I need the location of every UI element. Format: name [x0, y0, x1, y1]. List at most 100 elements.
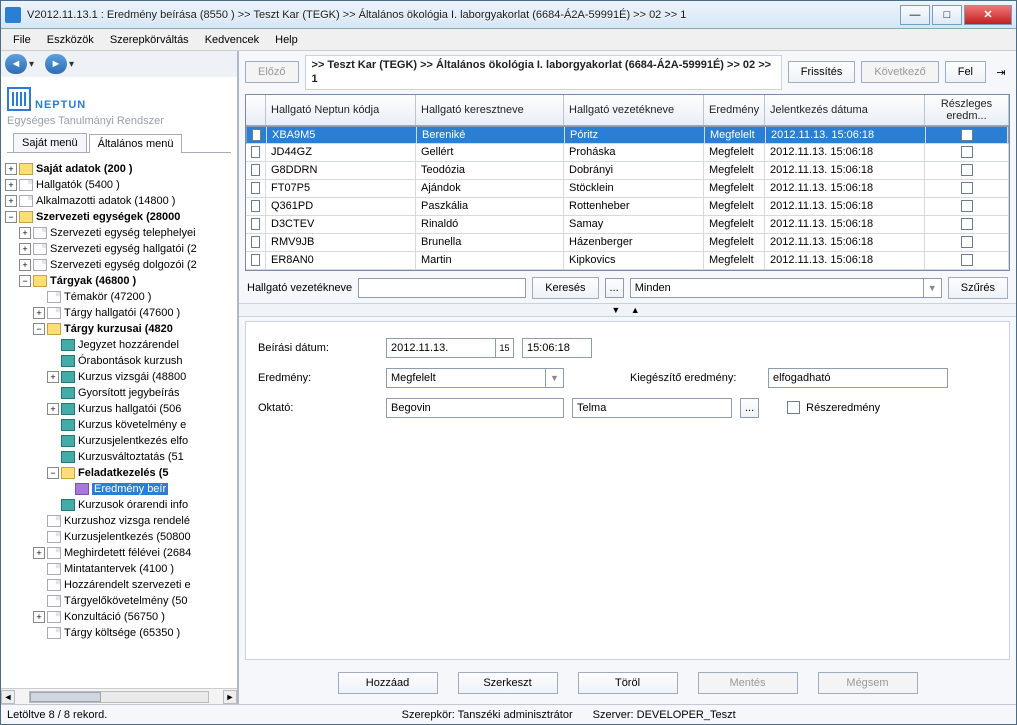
tree-sze-hall[interactable]: Szervezeti egység hallgatói (2	[50, 243, 197, 255]
refresh-button[interactable]: Frissítés	[788, 61, 856, 83]
next-button[interactable]: Következő	[861, 61, 938, 83]
row-checkbox[interactable]	[251, 254, 260, 266]
time-field[interactable]	[522, 338, 592, 358]
col-partial[interactable]: Részleges eredm...	[925, 95, 1009, 125]
col-neptun-code[interactable]: Hallgató Neptun kódja	[266, 95, 416, 125]
menu-help[interactable]: Help	[267, 32, 306, 48]
col-date[interactable]: Jelentkezés dátuma	[765, 95, 925, 125]
tree-jegyzet[interactable]: Jegyzet hozzárendel	[78, 339, 179, 351]
table-row[interactable]: RMV9JBBrunellaHázenbergerMegfelelt2012.1…	[246, 234, 1009, 252]
tree-view[interactable]: +Saját adatok (200 ) +Hallgatók (5400 ) …	[1, 157, 237, 688]
tree-targy-kurz[interactable]: Tárgy kurzusai (4820	[64, 323, 173, 335]
partial-row-checkbox[interactable]	[961, 236, 973, 248]
expand-icon[interactable]: +	[19, 259, 31, 271]
partial-row-checkbox[interactable]	[961, 129, 973, 141]
row-checkbox[interactable]	[251, 146, 260, 158]
date-field[interactable]	[386, 338, 496, 358]
expand-icon[interactable]: +	[47, 371, 59, 383]
tree-sajat-adatok[interactable]: Saját adatok (200 )	[36, 163, 133, 175]
tree-kurzusjel-elf[interactable]: Kurzusjelentkezés elfo	[78, 435, 188, 447]
tree-kurzus-kov[interactable]: Kurzus követelmény e	[78, 419, 186, 431]
maximize-button[interactable]: □	[932, 5, 962, 25]
oktato-more-button[interactable]: ...	[740, 398, 759, 418]
search-button[interactable]: Keresés	[532, 277, 598, 299]
prev-button[interactable]: Előző	[245, 61, 299, 83]
menu-rolechange[interactable]: Szerepkörváltás	[102, 32, 197, 48]
tree-sze-telep[interactable]: Szervezeti egység telephelyei	[50, 227, 196, 239]
filter-button[interactable]: Szűrés	[948, 277, 1008, 299]
tree-targy-hall[interactable]: Tárgy hallgatói (47600 )	[64, 307, 180, 319]
row-checkbox[interactable]	[251, 182, 260, 194]
tree-horizontal-scrollbar[interactable]: ◄ ►	[1, 688, 237, 704]
partial-row-checkbox[interactable]	[961, 164, 973, 176]
row-checkbox[interactable]	[251, 164, 260, 176]
tree-meghird[interactable]: Meghirdetett félévei (2684	[64, 547, 191, 559]
row-checkbox[interactable]	[251, 218, 260, 230]
nav-back-dropdown[interactable]: ▾	[29, 59, 39, 70]
tree-szervezeti[interactable]: Szervezeti egységek (28000	[36, 211, 180, 223]
tree-kurzus-hall[interactable]: Kurzus hallgatói (506	[78, 403, 181, 415]
partial-row-checkbox[interactable]	[961, 254, 973, 266]
tree-kurzusjel[interactable]: Kurzusjelentkezés (50800	[64, 531, 191, 543]
chevron-down-icon[interactable]: ▼	[546, 368, 564, 388]
menu-file[interactable]: File	[5, 32, 39, 48]
partial-row-checkbox[interactable]	[961, 182, 973, 194]
col-lastname[interactable]: Hallgató vezetékneve	[564, 95, 704, 125]
tree-eredmeny-beir[interactable]: Eredmény beír	[92, 483, 168, 495]
tree-konzult[interactable]: Konzultáció (56750 )	[64, 611, 165, 623]
col-firstname[interactable]: Hallgató keresztneve	[416, 95, 564, 125]
expand-icon[interactable]: +	[5, 163, 17, 175]
expand-icon[interactable]: +	[19, 227, 31, 239]
tree-targyelok[interactable]: Tárgyelőkövetelmény (50	[64, 595, 188, 607]
up-button[interactable]: Fel	[945, 61, 986, 83]
table-row[interactable]: FT07P5AjándokStöckleinMegfelelt2012.11.1…	[246, 180, 1009, 198]
table-row[interactable]: G8DDRNTeodóziaDobrányiMegfelelt2012.11.1…	[246, 162, 1009, 180]
row-checkbox[interactable]	[251, 200, 260, 212]
edit-button[interactable]: Szerkeszt	[458, 672, 558, 694]
expand-icon[interactable]: +	[47, 403, 59, 415]
tree-hozzarendelt[interactable]: Hozzárendelt szervezeti e	[64, 579, 191, 591]
expand-icon[interactable]: +	[5, 179, 17, 191]
nav-back-icon[interactable]: ◄	[5, 54, 27, 74]
oktato-lastname-field[interactable]	[386, 398, 564, 418]
tree-targy-kolt[interactable]: Tárgy költsége (65350 )	[64, 627, 180, 639]
tree-sze-dolg[interactable]: Szervezeti egység dolgozói (2	[50, 259, 197, 271]
tree-kurzusvalt[interactable]: Kurzusváltoztatás (51	[78, 451, 184, 463]
table-row[interactable]: D3CTEVRinaldóSamayMegfelelt2012.11.13. 1…	[246, 216, 1009, 234]
table-row[interactable]: XBA9M5BerenikéPóritzMegfelelt2012.11.13.…	[246, 126, 1009, 144]
scroll-left-icon[interactable]: ◄	[1, 690, 15, 704]
tab-general-menu[interactable]: Általános menü	[89, 134, 183, 153]
minimize-button[interactable]: —	[900, 5, 930, 25]
close-button[interactable]: ✕	[964, 5, 1012, 25]
expand-icon[interactable]: +	[33, 611, 45, 623]
expand-icon[interactable]: +	[33, 547, 45, 559]
expand-icon[interactable]: +	[33, 307, 45, 319]
pin-icon[interactable]: ⇥	[992, 66, 1010, 79]
partial-row-checkbox[interactable]	[961, 146, 973, 158]
oktato-firstname-field[interactable]	[572, 398, 732, 418]
collapse-icon[interactable]: −	[5, 211, 17, 223]
tree-feladatkez[interactable]: Feladatkezelés (5	[78, 467, 169, 479]
nav-forward-icon[interactable]: ►	[45, 54, 67, 74]
scroll-thumb[interactable]	[30, 692, 101, 702]
row-check-header[interactable]	[246, 95, 266, 125]
collapse-icon[interactable]: −	[47, 467, 59, 479]
tree-hallgatok[interactable]: Hallgatók (5400 )	[36, 179, 120, 191]
tree-alkalmazotti[interactable]: Alkalmazotti adatok (14800 )	[36, 195, 175, 207]
tree-mintatant[interactable]: Mintatantervek (4100 )	[64, 563, 174, 575]
tree-kurzus-vizsg[interactable]: Kurzus vizsgái (48800	[78, 371, 186, 383]
row-checkbox[interactable]	[251, 236, 260, 248]
collapse-icon[interactable]: −	[19, 275, 31, 287]
partial-row-checkbox[interactable]	[961, 200, 973, 212]
nav-forward-dropdown[interactable]: ▾	[69, 59, 79, 70]
result-field[interactable]	[386, 368, 546, 388]
delete-button[interactable]: Töröl	[578, 672, 678, 694]
menu-tools[interactable]: Eszközök	[39, 32, 102, 48]
tree-kurzus-orarendi[interactable]: Kurzusok órarendi info	[78, 499, 188, 511]
table-row[interactable]: ER8AN0MartinKipkovicsMegfelelt2012.11.13…	[246, 252, 1009, 270]
scroll-right-icon[interactable]: ►	[223, 690, 237, 704]
tree-gyors[interactable]: Gyorsított jegybeírás	[78, 387, 180, 399]
col-result[interactable]: Eredmény	[704, 95, 765, 125]
calendar-icon[interactable]: 15	[496, 338, 514, 358]
chevron-down-icon[interactable]: ▼	[924, 278, 942, 298]
